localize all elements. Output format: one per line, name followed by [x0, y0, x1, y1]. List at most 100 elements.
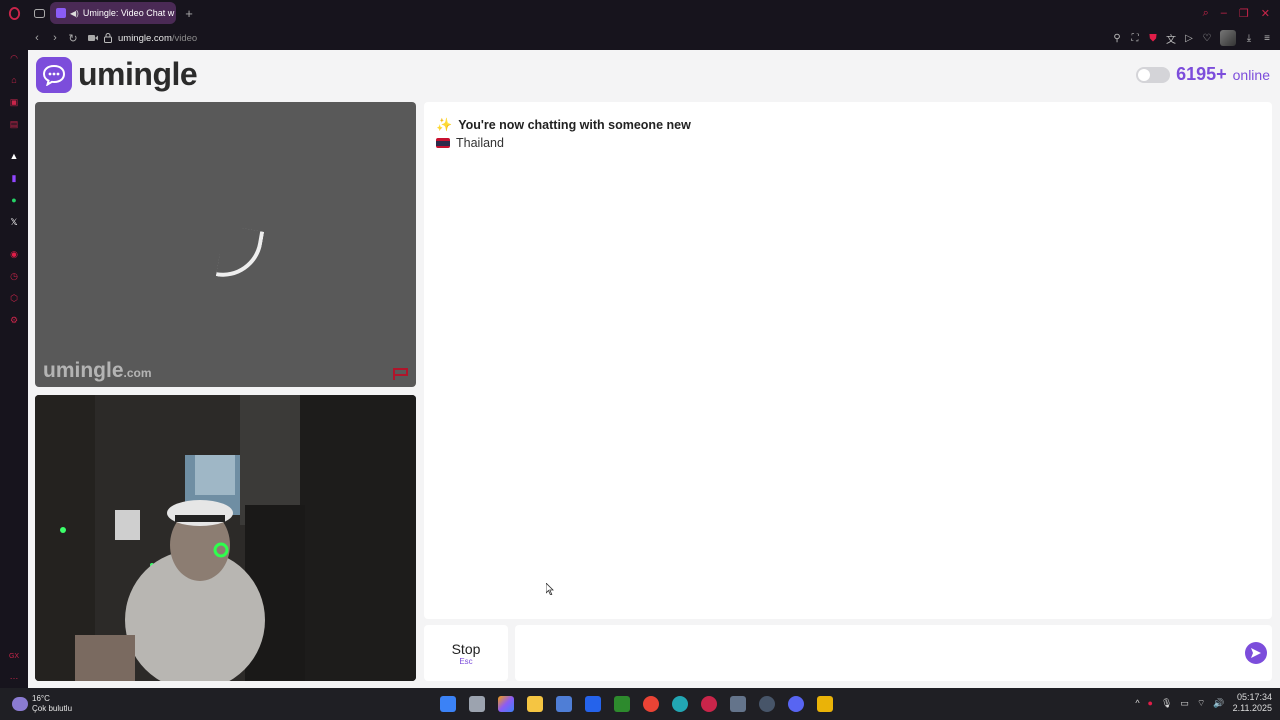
- outlook-icon[interactable]: [585, 696, 601, 712]
- minimize-button[interactable]: –: [1221, 7, 1227, 20]
- dark-mode-toggle[interactable]: [1136, 66, 1171, 83]
- snapshot-icon[interactable]: ⛶: [1130, 33, 1140, 44]
- temperature: 16°C: [32, 694, 50, 703]
- stop-shortcut: Esc: [459, 656, 473, 666]
- country-name: Thailand: [456, 136, 504, 150]
- gx-icon[interactable]: GX: [8, 650, 20, 662]
- opera-menu-icon[interactable]: [0, 0, 28, 26]
- display-icon[interactable]: ▭: [1180, 698, 1189, 709]
- heart-icon[interactable]: ♡: [1202, 33, 1212, 44]
- lock-icon[interactable]: [104, 33, 112, 43]
- browser-tab-bar: ◀) Umingle: Video Chat w + ⌕ – ❐ ✕: [0, 0, 1280, 26]
- online-label: online: [1232, 66, 1270, 83]
- stranger-video: umingle.com: [35, 102, 416, 387]
- clock[interactable]: 05:17:34 2.11.2025: [1233, 692, 1272, 714]
- menu-icon[interactable]: ≡: [1262, 33, 1272, 44]
- chat-bubble-icon: [36, 56, 72, 93]
- history-icon[interactable]: ◷: [8, 270, 20, 282]
- weather-desc: Çok bulutlu: [32, 704, 73, 713]
- profile-avatar[interactable]: [1220, 30, 1236, 46]
- thailand-flag-icon: [436, 138, 450, 148]
- whatsapp-icon[interactable]: ●: [8, 194, 20, 206]
- country-info: Thailand: [436, 136, 504, 150]
- status-message: You're now chatting with someone new: [458, 118, 691, 132]
- self-video: [35, 395, 416, 681]
- play-icon[interactable]: ▷: [1184, 33, 1194, 44]
- opera-gx-icon[interactable]: [701, 696, 717, 712]
- tab-islands-icon[interactable]: [28, 0, 50, 26]
- more-icon[interactable]: …: [8, 670, 20, 682]
- address-bar: ‹ › ↻ umingle.com/video ⚲ ⛶ ⛊ 文 ▷ ♡ ⤓ ≡: [28, 26, 1280, 50]
- send-icon: [1251, 648, 1261, 658]
- new-tab-button[interactable]: +: [182, 6, 196, 21]
- tab-umingle[interactable]: ◀) Umingle: Video Chat w: [50, 2, 176, 24]
- extensions-icon[interactable]: ⬡: [8, 292, 20, 304]
- reload-icon[interactable]: ↻: [64, 32, 82, 45]
- volume-icon[interactable]: 🔊: [1213, 698, 1224, 709]
- copilot-icon[interactable]: [498, 696, 514, 712]
- file-explorer-icon[interactable]: [527, 696, 543, 712]
- weather-widget[interactable]: 16°C Çok bulutlu: [12, 694, 72, 714]
- stop-button[interactable]: Stop Esc: [424, 625, 508, 681]
- task-view-icon[interactable]: [469, 696, 485, 712]
- music-player-icon[interactable]: ◉: [8, 248, 20, 260]
- back-icon[interactable]: ‹: [28, 32, 46, 44]
- webcam-feed: [35, 395, 416, 681]
- nvidia-icon[interactable]: [614, 696, 630, 712]
- discord-icon[interactable]: [788, 696, 804, 712]
- tray-chevron-icon[interactable]: ^: [1135, 698, 1139, 708]
- maximize-button[interactable]: ❐: [1239, 7, 1249, 20]
- chrome-icon[interactable]: [643, 696, 659, 712]
- url-path: /video: [171, 32, 198, 44]
- twitch-icon[interactable]: ▮: [8, 172, 20, 184]
- steam-icon[interactable]: [759, 696, 775, 712]
- video-watermark: umingle.com: [43, 359, 152, 383]
- watermark-main: umingle: [43, 359, 124, 382]
- system-message: ✨ You're now chatting with someone new: [436, 117, 691, 133]
- camera-icon[interactable]: [88, 34, 98, 42]
- tray-app-icon[interactable]: ●: [1148, 698, 1153, 708]
- umingle-logo[interactable]: umingle: [36, 56, 198, 93]
- online-indicator: 6195+ online: [1136, 64, 1270, 85]
- aria-icon[interactable]: ◠: [8, 52, 20, 64]
- app-icon[interactable]: [730, 696, 746, 712]
- artstation-icon[interactable]: ▲: [8, 150, 20, 162]
- sparkle-icon: ✨: [436, 117, 453, 132]
- bookmark-icon[interactable]: ⚲: [1112, 33, 1122, 44]
- url-field[interactable]: umingle.com/video: [88, 33, 197, 44]
- chat-panel: ✨ You're now chatting with someone new T…: [424, 102, 1272, 619]
- adblock-shield-icon[interactable]: ⛊: [1148, 33, 1158, 44]
- workspaces-icon[interactable]: ⌂: [8, 74, 20, 86]
- report-flag-icon[interactable]: [392, 367, 410, 381]
- url-host: umingle.com: [118, 32, 172, 44]
- windows-taskbar: 16°C Çok bulutlu ^ ● 🎙 ▭ ⌔ 🔊 05:17:34 2.…: [0, 688, 1280, 720]
- close-window-button[interactable]: ✕: [1261, 7, 1270, 20]
- download-icon[interactable]: ⤓: [1244, 33, 1254, 44]
- start-icon[interactable]: [440, 696, 456, 712]
- message-input[interactable]: [515, 625, 1272, 681]
- settings-icon[interactable]: ⚙: [8, 314, 20, 326]
- browser-sidebar: ◠ ⌂ ▣ ▤ ▲ ▮ ● 𝕏 ◉ ◷ ⬡ ⚙ GX …: [0, 26, 28, 688]
- store-icon[interactable]: [556, 696, 572, 712]
- umingle-favicon-icon: [56, 8, 66, 18]
- search-tabs-icon[interactable]: ⌕: [1203, 7, 1209, 20]
- logo-text: umingle: [78, 56, 198, 92]
- watermark-suffix: .com: [123, 366, 152, 380]
- microphone-icon[interactable]: 🎙: [1161, 698, 1172, 709]
- loading-spinner-icon: [215, 224, 265, 284]
- online-count: 6195+: [1176, 64, 1227, 84]
- mouse-cursor-icon: [546, 583, 554, 595]
- speaker-icon[interactable]: ◀): [70, 9, 79, 18]
- tab-title: Umingle: Video Chat w: [82, 8, 175, 18]
- umingle-page: umingle 6195+ online umingle.com ✨ You'r…: [28, 50, 1280, 688]
- translate-icon[interactable]: 文: [1166, 31, 1176, 46]
- messenger-icon[interactable]: ▣: [8, 96, 20, 108]
- network-icon[interactable]: ⌔: [1197, 698, 1205, 709]
- speed-dial-icon[interactable]: ▤: [8, 118, 20, 130]
- send-button[interactable]: [1245, 642, 1267, 664]
- time: 05:17:34: [1236, 692, 1272, 702]
- x-twitter-icon[interactable]: 𝕏: [8, 216, 20, 228]
- edge-icon[interactable]: [672, 696, 688, 712]
- app-icon[interactable]: [817, 696, 833, 712]
- forward-icon[interactable]: ›: [46, 32, 64, 44]
